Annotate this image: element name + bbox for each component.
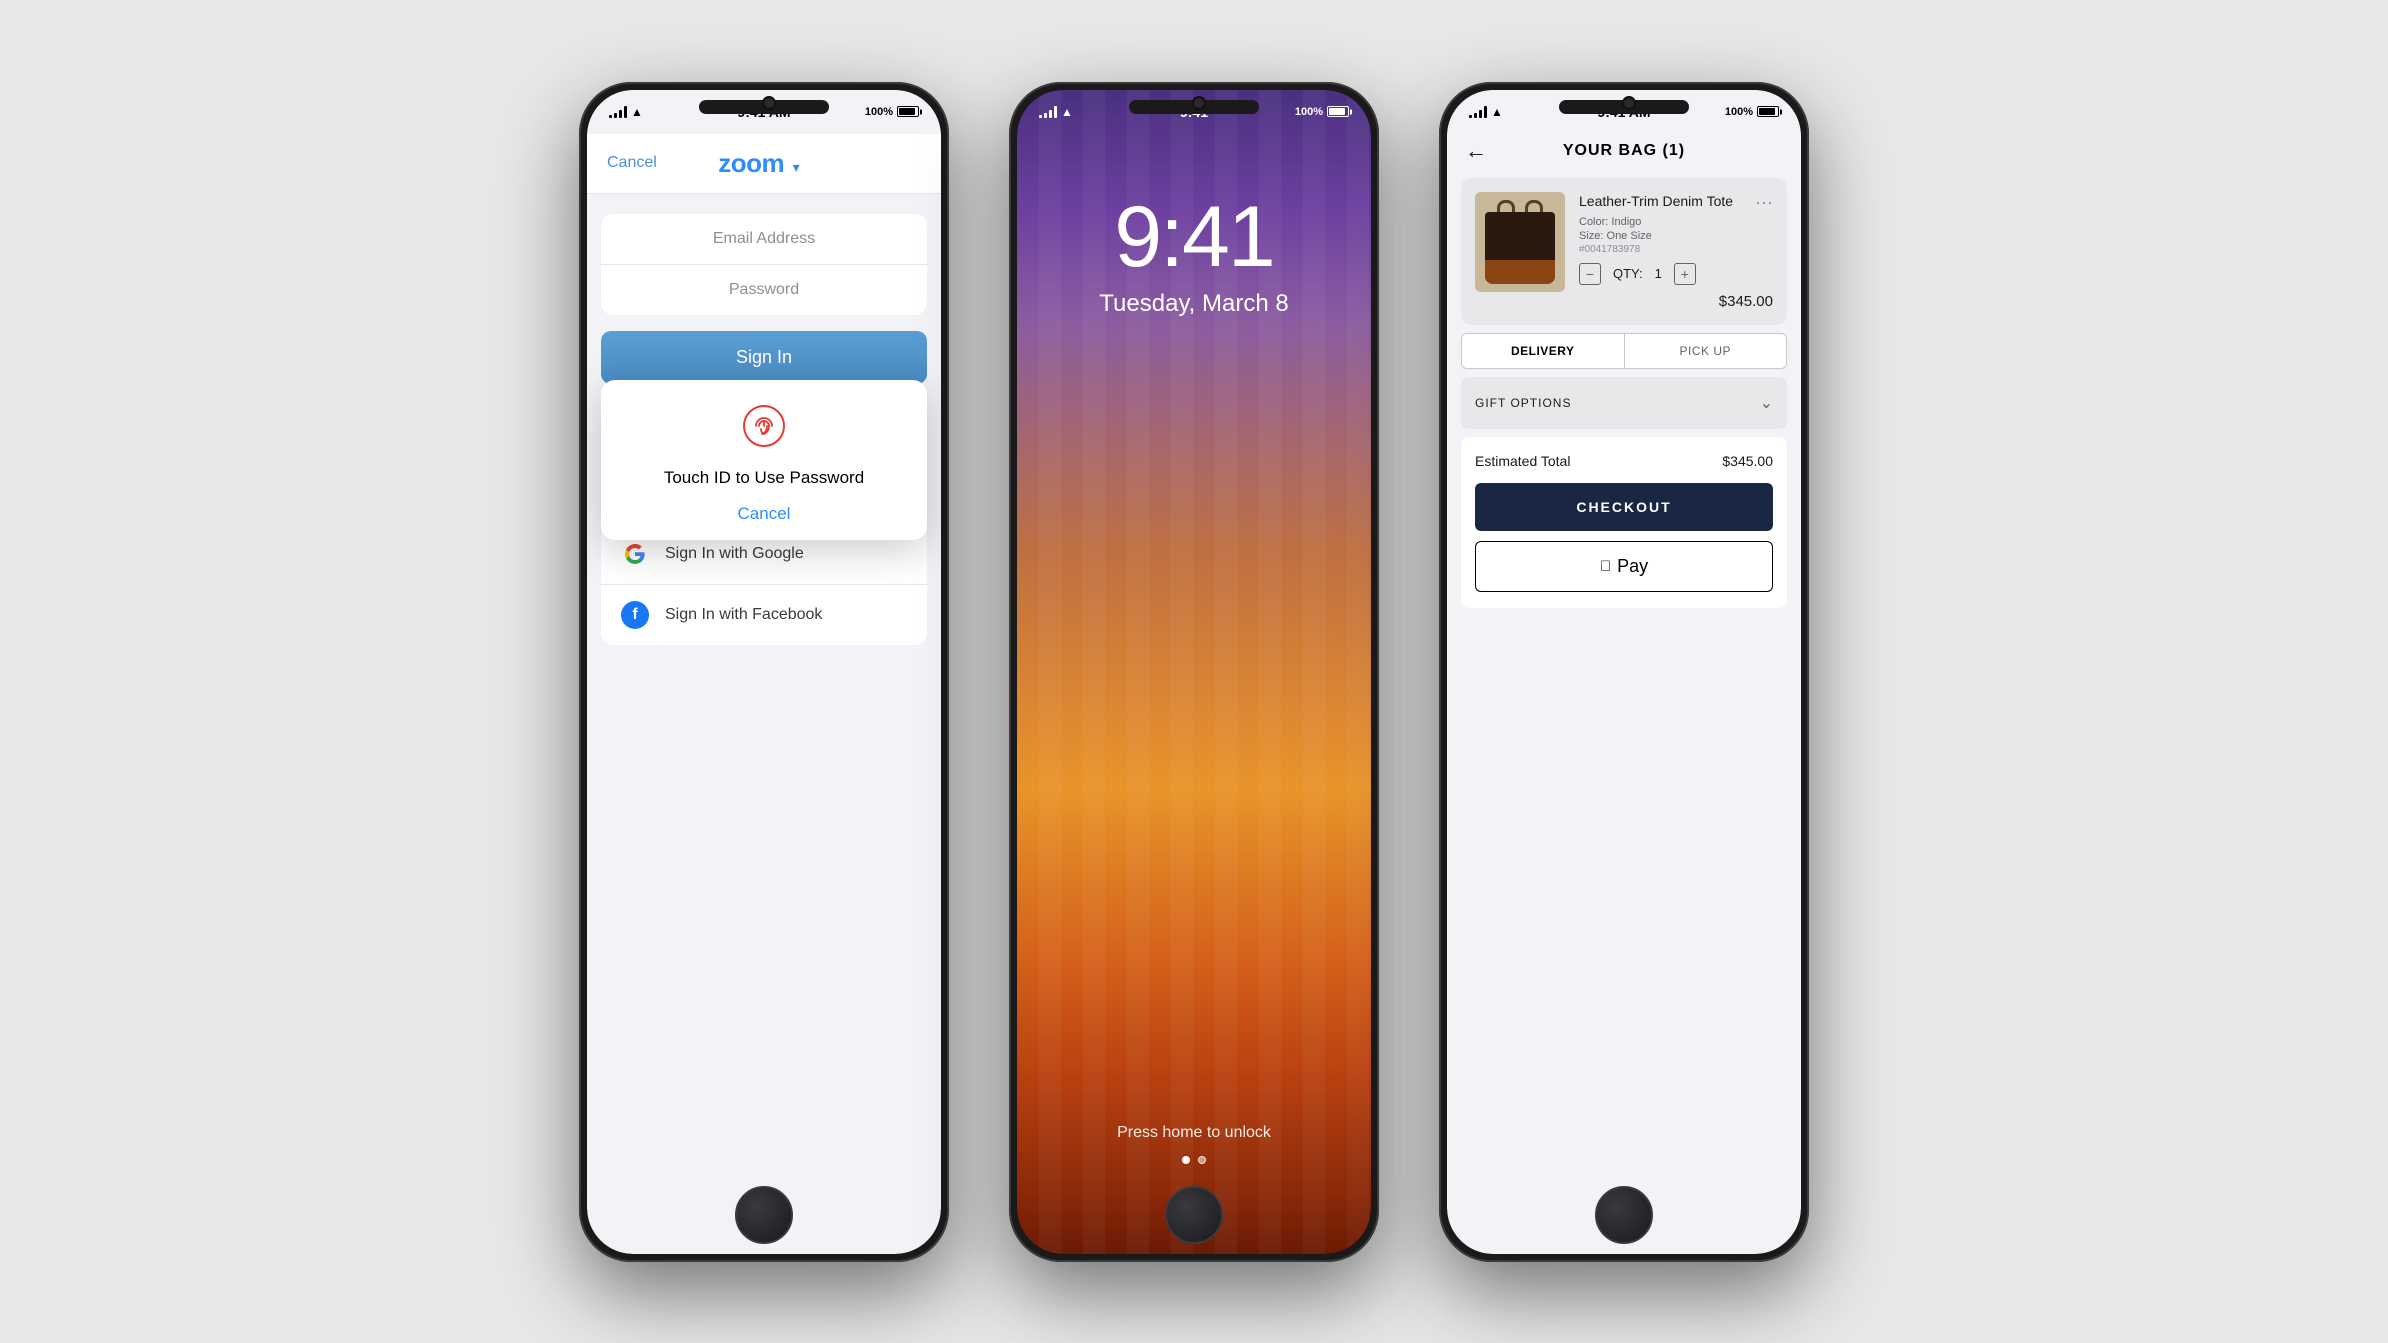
shopping-bag-screen: ▲ 9:41 AM 100% ← YOUR BAG (1) — [1447, 90, 1801, 1254]
tote-stripe — [1485, 260, 1555, 284]
signal-icon — [1469, 106, 1487, 118]
wifi-icon: ▲ — [1491, 105, 1503, 119]
bag-item: Leather-Trim Denim Tote ··· Color: Indig… — [1461, 178, 1787, 325]
delivery-button[interactable]: DELIVERY — [1462, 334, 1624, 368]
zoom-login-form: Email Address Password — [601, 214, 927, 315]
wifi-icon: ▲ — [1061, 105, 1073, 119]
bag-nav: ← YOUR BAG (1) — [1447, 134, 1801, 170]
lock-screen-time: 9:41 — [1017, 194, 1371, 280]
battery-icon — [897, 106, 919, 117]
item-image — [1475, 192, 1565, 292]
chevron-down-icon: ⌄ — [1760, 393, 1773, 413]
cancel-button[interactable]: Cancel — [607, 154, 657, 172]
apple-pay-label: Pay — [1617, 556, 1648, 577]
bag-item-card: Leather-Trim Denim Tote ··· Color: Indig… — [1461, 178, 1787, 325]
lock-bottom-area: Press home to unlock — [1017, 1124, 1371, 1164]
estimated-total-row: Estimated Total $345.00 — [1475, 453, 1773, 469]
estimated-total-label: Estimated Total — [1475, 453, 1570, 469]
battery-label: 100% — [1725, 106, 1753, 118]
google-icon — [621, 540, 649, 568]
phone-camera — [762, 96, 776, 110]
unlock-text: Press home to unlock — [1017, 1124, 1371, 1142]
bag-title: YOUR BAG (1) — [1563, 142, 1685, 160]
status-right: 100% — [1676, 106, 1779, 118]
bag-summary: Estimated Total $345.00 CHECKOUT  Pay — [1461, 437, 1787, 608]
item-details: Leather-Trim Denim Tote ··· Color: Indig… — [1579, 192, 1773, 311]
status-left: ▲ — [609, 105, 712, 119]
zoom-login-screen: ▲ 9:41 AM 100% Cancel zoom ▾ — [587, 90, 941, 1254]
item-price: $345.00 — [1719, 293, 1773, 310]
qty-number: 1 — [1655, 266, 1662, 281]
signin-facebook-label: Sign In with Facebook — [665, 606, 822, 624]
home-button[interactable] — [735, 1186, 793, 1244]
pickup-button[interactable]: PICK UP — [1625, 334, 1787, 368]
battery-label: 100% — [1295, 106, 1323, 118]
apple-icon:  — [1600, 558, 1611, 575]
qty-value: QTY: — [1613, 266, 1643, 281]
qty-row: − QTY: 1 + — [1579, 263, 1773, 285]
zoom-logo: zoom — [718, 148, 784, 178]
signin-google-label: Sign In with Google — [665, 545, 804, 563]
gift-options-row[interactable]: GIFT OPTIONS ⌄ — [1461, 377, 1787, 429]
signal-icon — [609, 106, 627, 118]
battery-label: 100% — [865, 106, 893, 118]
item-color: Color: Indigo — [1579, 216, 1773, 228]
sign-in-button[interactable]: Sign In — [601, 331, 927, 384]
checkout-button[interactable]: CHECKOUT — [1475, 483, 1773, 531]
tote-body — [1485, 212, 1555, 284]
password-field[interactable]: Password — [601, 265, 927, 315]
home-button[interactable] — [1165, 1186, 1223, 1244]
dot-1 — [1182, 1156, 1190, 1164]
battery-icon — [1327, 106, 1349, 117]
zoom-dropdown-icon: ▾ — [793, 159, 800, 175]
apple-pay-button[interactable]:  Pay — [1475, 541, 1773, 592]
status-right: 100% — [1246, 106, 1349, 118]
qty-increase-button[interactable]: + — [1674, 263, 1696, 285]
status-left: ▲ — [1039, 105, 1142, 119]
estimated-total-value: $345.00 — [1722, 453, 1773, 469]
battery-icon — [1757, 106, 1779, 117]
phone-camera — [1192, 96, 1206, 110]
phone-camera — [1622, 96, 1636, 110]
zoom-logo-container: zoom ▾ — [718, 148, 799, 179]
fingerprint-icon — [621, 404, 907, 456]
wifi-icon: ▲ — [631, 105, 643, 119]
touchid-cancel-button[interactable]: Cancel — [621, 504, 907, 524]
facebook-icon: f — [621, 601, 649, 629]
touchid-title: Touch ID to Use Password — [621, 468, 907, 488]
zoom-nav: Cancel zoom ▾ — [587, 134, 941, 194]
lock-screen: ▲ 9:41 100% 9:41 Tuesday, March 8 Press … — [1017, 90, 1371, 1254]
qty-control: − QTY: 1 + — [1579, 263, 1696, 285]
email-field[interactable]: Email Address — [601, 214, 927, 265]
qty-decrease-button[interactable]: − — [1579, 263, 1601, 285]
status-right: 100% — [816, 106, 919, 118]
phone-3-shopping-bag: ▲ 9:41 AM 100% ← YOUR BAG (1) — [1439, 82, 1809, 1262]
dot-2 — [1198, 1156, 1206, 1164]
phone-1-zoom: ▲ 9:41 AM 100% Cancel zoom ▾ — [579, 82, 949, 1262]
touchid-dialog: Touch ID to Use Password Cancel — [601, 380, 927, 540]
gift-options-label: GIFT OPTIONS — [1475, 396, 1571, 410]
page-indicator — [1017, 1156, 1371, 1164]
home-button[interactable] — [1595, 1186, 1653, 1244]
back-button[interactable]: ← — [1465, 138, 1487, 164]
delivery-options: DELIVERY PICK UP — [1461, 333, 1787, 369]
item-sku: #0041783978 — [1579, 244, 1773, 255]
signin-facebook-item[interactable]: f Sign In with Facebook — [601, 585, 927, 645]
signal-icon — [1039, 106, 1057, 118]
status-left: ▲ — [1469, 105, 1572, 119]
item-size: Size: One Size — [1579, 230, 1773, 242]
phone-2-lockscreen: ▲ 9:41 100% 9:41 Tuesday, March 8 Press … — [1009, 82, 1379, 1262]
item-name: Leather-Trim Denim Tote — [1579, 192, 1733, 210]
lock-screen-date: Tuesday, March 8 — [1017, 290, 1371, 318]
item-more-button[interactable]: ··· — [1755, 192, 1773, 213]
